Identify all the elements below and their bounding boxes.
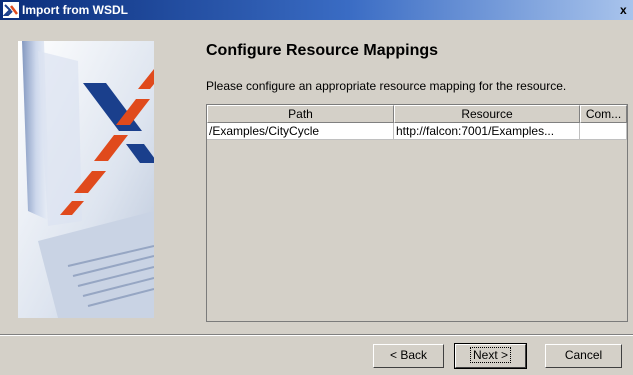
button-separator xyxy=(0,334,633,336)
back-button-label: < Back xyxy=(389,348,428,362)
cancel-button[interactable]: Cancel xyxy=(545,344,622,368)
cell-path[interactable]: /Examples/CityCycle xyxy=(207,123,394,140)
page-title: Configure Resource Mappings xyxy=(206,42,439,59)
title-bar[interactable]: Import from WSDL x xyxy=(0,0,633,20)
column-header-path[interactable]: Path xyxy=(207,105,394,123)
window-title: Import from WSDL xyxy=(22,3,128,17)
column-header-comment[interactable]: Com... xyxy=(580,105,627,123)
table-row[interactable]: /Examples/CityCycle http://falcon:7001/E… xyxy=(207,123,627,140)
cancel-button-label: Cancel xyxy=(564,348,603,362)
close-icon[interactable]: x xyxy=(620,2,627,18)
resource-mapping-table[interactable]: Path Resource Com... /Examples/CityCycle… xyxy=(206,104,628,322)
next-button[interactable]: Next > xyxy=(454,343,527,369)
wizard-side-image xyxy=(18,41,154,318)
cell-resource[interactable]: http://falcon:7001/Examples... xyxy=(394,123,580,140)
page-description: Please configure an appropriate resource… xyxy=(206,79,567,93)
back-button[interactable]: < Back xyxy=(373,344,444,368)
cell-comment[interactable] xyxy=(580,123,627,140)
app-icon xyxy=(3,2,19,18)
next-button-label: Next > xyxy=(469,347,511,363)
column-header-resource[interactable]: Resource xyxy=(394,105,580,123)
table-header: Path Resource Com... xyxy=(207,105,627,123)
wizard-dialog: Configure Resource Mappings Please confi… xyxy=(0,20,633,375)
